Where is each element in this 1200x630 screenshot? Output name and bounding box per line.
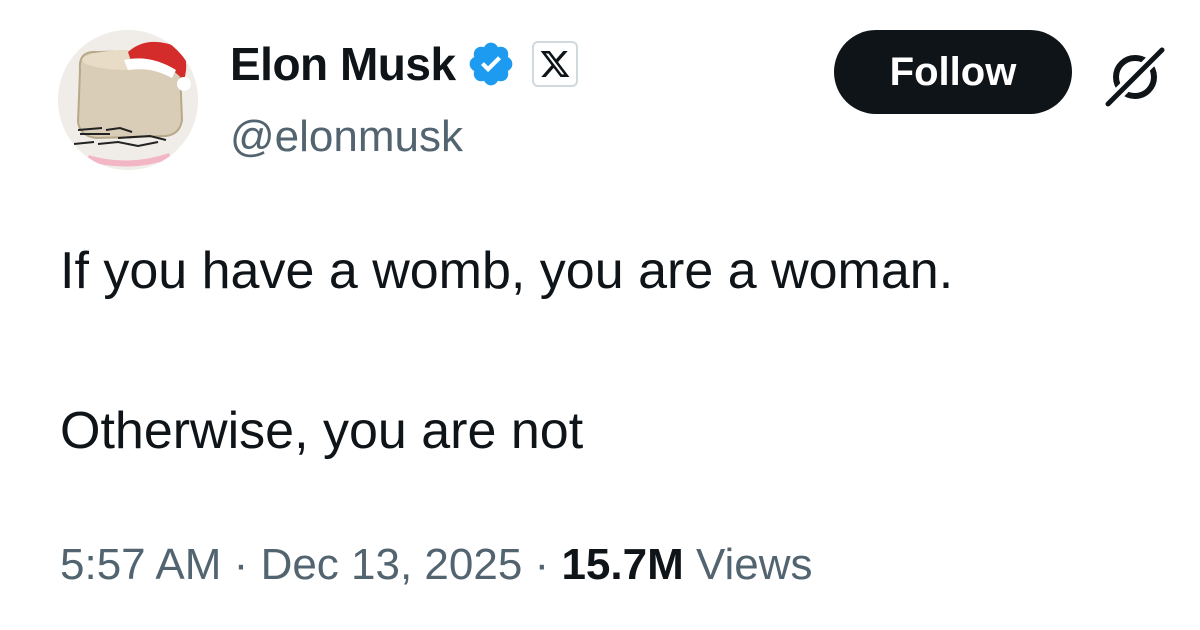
user-handle[interactable]: @elonmusk — [230, 112, 463, 162]
name-row: Elon Musk — [230, 36, 578, 92]
tweet-line: Otherwise, you are not — [60, 402, 584, 460]
views-label: Views — [695, 540, 813, 589]
x-logo-icon[interactable] — [531, 41, 578, 87]
tweet-meta: 5:57 AM · Dec 13, 2025 · 15.7M Views — [60, 540, 813, 590]
verified-badge-icon[interactable] — [466, 39, 516, 89]
follow-button[interactable]: Follow — [834, 30, 1072, 114]
avatar[interactable] — [58, 30, 198, 170]
tweet-card: Elon Musk @elonmusk Follow If you have a… — [0, 0, 1200, 630]
tweet-text: If you have a womb, you are a woman. Oth… — [60, 240, 953, 462]
tweet-time[interactable]: 5:57 AM — [60, 540, 221, 589]
views-count: 15.7M — [561, 540, 684, 589]
meta-separator: · — [534, 540, 550, 589]
avatar-image — [58, 30, 198, 170]
tweet-date[interactable]: Dec 13, 2025 — [261, 540, 523, 589]
tweet-line: If you have a womb, you are a woman. — [60, 242, 954, 300]
grok-icon[interactable] — [1100, 40, 1170, 110]
x-logo-glyph — [540, 51, 569, 77]
meta-separator: · — [233, 540, 249, 589]
display-name[interactable]: Elon Musk — [230, 37, 456, 91]
